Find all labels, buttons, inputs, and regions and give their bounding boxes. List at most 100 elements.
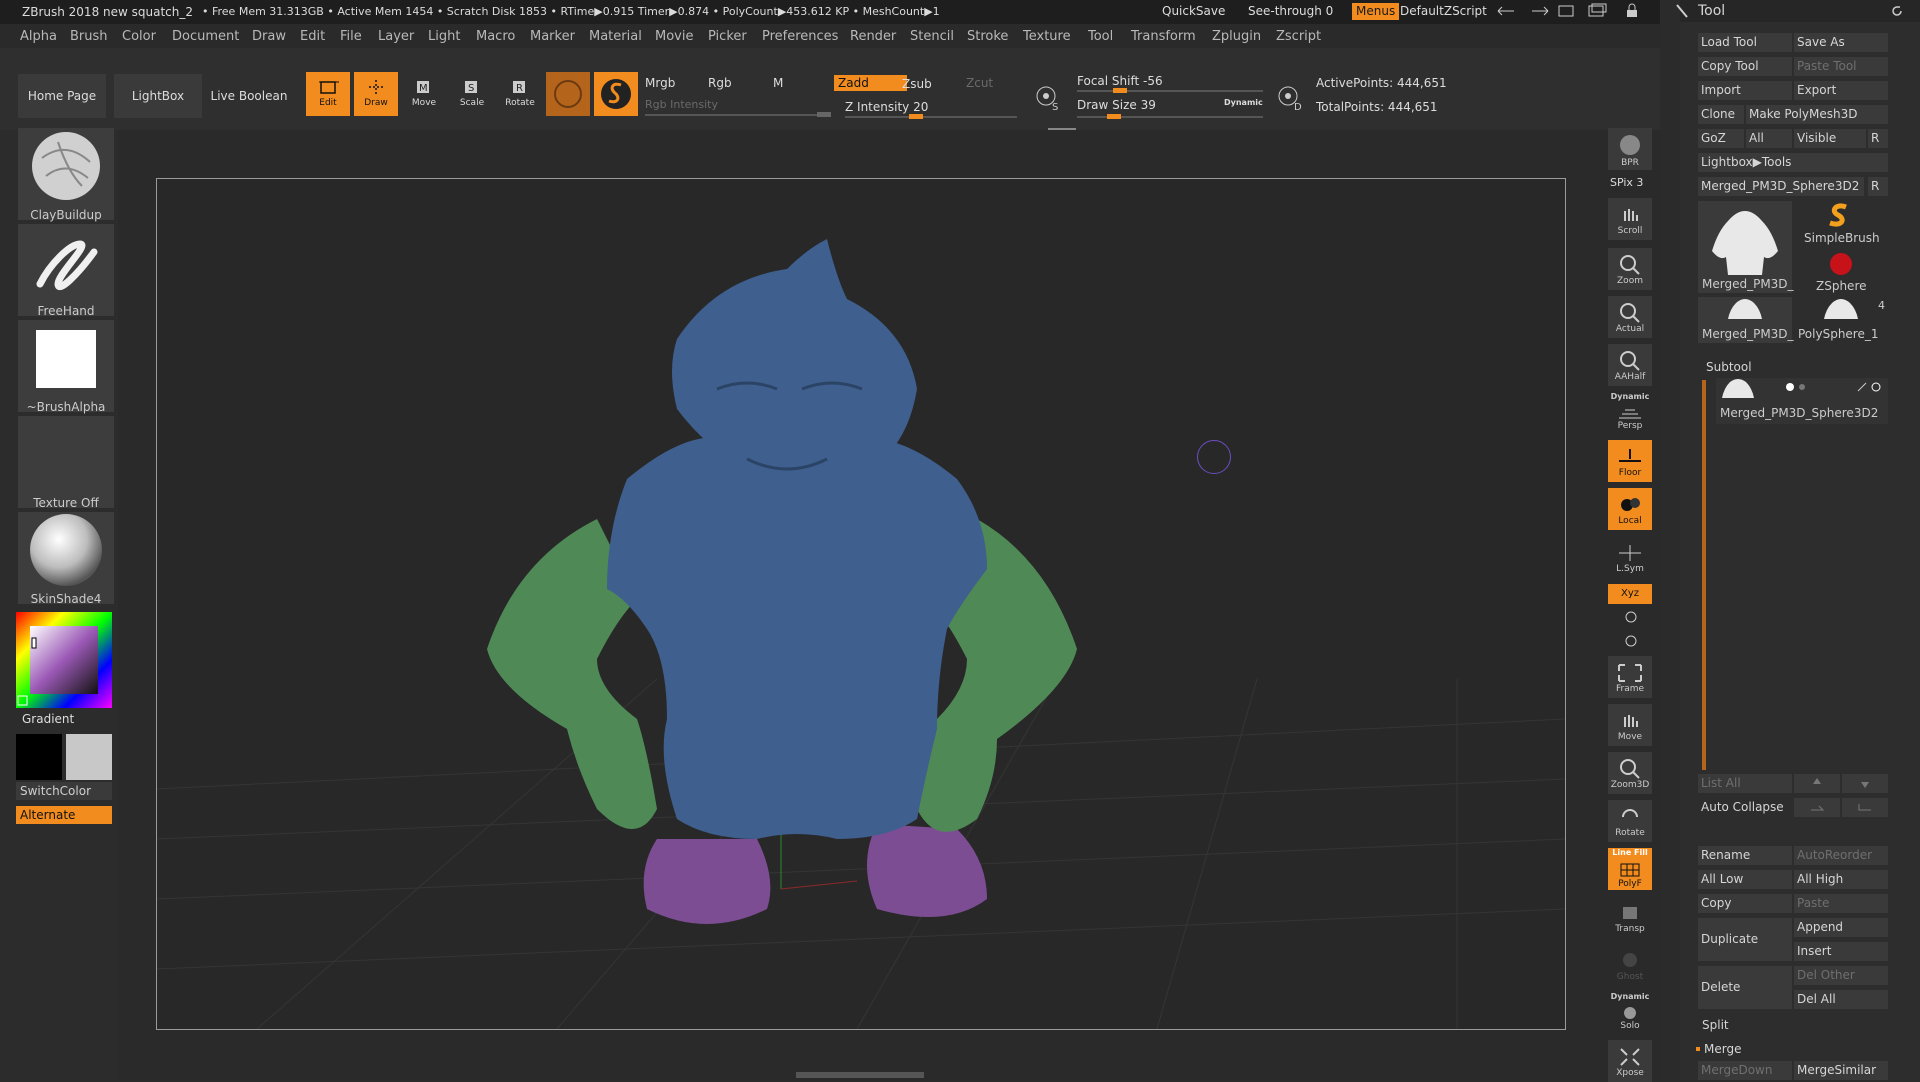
menu-draw[interactable]: Draw: [252, 29, 286, 44]
scroll-button[interactable]: Scroll: [1608, 198, 1652, 240]
scroll-left-icon[interactable]: [1496, 5, 1516, 17]
paste-tool-button[interactable]: Paste Tool: [1794, 57, 1888, 76]
current-tool-r-button[interactable]: R: [1868, 177, 1888, 196]
menu-stroke[interactable]: Stroke: [967, 29, 1008, 44]
bottom-scroll-handle[interactable]: [796, 1072, 924, 1078]
delete-button[interactable]: Delete: [1698, 966, 1792, 1009]
material-selector[interactable]: SkinShade4: [18, 512, 114, 606]
move-view-button[interactable]: Move: [1608, 704, 1652, 746]
texture-selector[interactable]: Texture Off: [18, 416, 114, 510]
menus-button[interactable]: Menus: [1352, 3, 1400, 20]
all-low-button[interactable]: All Low: [1698, 870, 1792, 889]
split-section[interactable]: Split: [1702, 1018, 1729, 1032]
default-zscript-button[interactable]: DefaultZScript: [1396, 3, 1491, 20]
refresh-icon[interactable]: [1890, 4, 1904, 18]
merge-section[interactable]: Merge: [1704, 1042, 1741, 1056]
list-all-button[interactable]: List All: [1698, 774, 1792, 793]
menu-marker[interactable]: Marker: [530, 29, 575, 44]
local-button[interactable]: Local: [1608, 488, 1652, 530]
zcut-button[interactable]: Zcut: [966, 76, 993, 90]
autoreorder-button[interactable]: AutoReorder: [1794, 846, 1888, 865]
zsub-button[interactable]: Zsub: [902, 77, 932, 91]
home-page-button[interactable]: Home Page: [18, 74, 106, 118]
switch-color-button[interactable]: SwitchColor: [16, 782, 112, 800]
polyf-button[interactable]: Line Fill PolyF: [1608, 848, 1652, 890]
copy-subtool-button[interactable]: Copy: [1698, 894, 1792, 913]
menu-color[interactable]: Color: [122, 29, 156, 44]
lsym-button[interactable]: L.Sym: [1608, 536, 1652, 578]
color-picker[interactable]: [16, 612, 112, 708]
paste-subtool-button[interactable]: Paste: [1794, 894, 1888, 913]
stroke-selector[interactable]: FreeHand: [18, 224, 114, 318]
menu-preferences[interactable]: Preferences: [762, 29, 838, 44]
actual-button[interactable]: Actual: [1608, 296, 1652, 338]
menu-texture[interactable]: Texture: [1023, 29, 1071, 44]
draw-mode-button[interactable]: Draw: [354, 72, 398, 116]
see-through-slider[interactable]: See-through 0: [1244, 3, 1337, 20]
lock-icon[interactable]: [1624, 3, 1640, 19]
clone-button[interactable]: Clone: [1698, 105, 1744, 124]
move-up-button[interactable]: [1794, 774, 1840, 793]
menu-layer[interactable]: Layer: [378, 29, 414, 44]
menu-zscript[interactable]: Zscript: [1276, 29, 1321, 44]
insert-button[interactable]: Insert: [1794, 942, 1888, 961]
edit-mode-button[interactable]: Edit: [306, 72, 350, 116]
auto-collapse-button[interactable]: Auto Collapse: [1698, 798, 1792, 817]
draw-size-slider[interactable]: Draw Size 39: [1077, 98, 1156, 112]
focal-shift-slider[interactable]: Focal Shift -56: [1077, 74, 1163, 88]
menu-macro[interactable]: Macro: [476, 29, 515, 44]
tool-thumb-zsphere[interactable]: ZSphere: [1794, 249, 1888, 295]
zoom3d-button[interactable]: Zoom3D: [1608, 752, 1652, 794]
move-mode-button[interactable]: M Move: [402, 72, 446, 116]
rotate-y-icon[interactable]: [1624, 610, 1638, 624]
menu-alpha[interactable]: Alpha: [20, 29, 57, 44]
scale-mode-button[interactable]: S Scale: [450, 72, 494, 116]
scroll-right-icon[interactable]: [1530, 5, 1550, 17]
tool-thumb-merged-2[interactable]: Merged_PM3D_: [1698, 297, 1794, 343]
subtool-header[interactable]: Subtool: [1706, 360, 1752, 374]
goz-button[interactable]: GoZ: [1698, 129, 1744, 148]
mergedown-button[interactable]: MergeDown: [1698, 1061, 1792, 1080]
subtool-item[interactable]: Merged_PM3D_Sphere3D2: [1716, 378, 1888, 424]
texture-swatch-button[interactable]: [594, 72, 638, 116]
tool-thumb-simplebrush[interactable]: SimpleBrush: [1794, 201, 1888, 247]
layout-icon[interactable]: [1556, 3, 1578, 19]
move-in-button[interactable]: [1842, 798, 1888, 817]
rename-button[interactable]: Rename: [1698, 846, 1792, 865]
menu-material[interactable]: Material: [589, 29, 642, 44]
move-down-button[interactable]: [1842, 774, 1888, 793]
live-boolean-button[interactable]: Live Boolean: [208, 74, 290, 118]
lightbox-button[interactable]: LightBox: [114, 74, 202, 118]
menu-document[interactable]: Document: [172, 29, 239, 44]
menu-brush[interactable]: Brush: [70, 29, 108, 44]
xpose-button[interactable]: Xpose: [1608, 1040, 1652, 1082]
frame-button[interactable]: Frame: [1608, 656, 1652, 698]
current-tool-slider[interactable]: Merged_PM3D_Sphere3D2: [1698, 177, 1864, 196]
material-swatch-button[interactable]: [546, 72, 590, 116]
menu-light[interactable]: Light: [428, 29, 460, 44]
load-tool-button[interactable]: Load Tool: [1698, 33, 1792, 52]
duplicate-button[interactable]: Duplicate: [1698, 918, 1792, 961]
m-button[interactable]: M: [773, 76, 783, 90]
append-button[interactable]: Append: [1794, 918, 1888, 937]
goz-visible-button[interactable]: Visible: [1794, 129, 1866, 148]
alternate-button[interactable]: Alternate: [16, 806, 112, 824]
secondary-color-swatch[interactable]: [66, 734, 112, 780]
menu-zplugin[interactable]: Zplugin: [1212, 29, 1261, 44]
menu-transform[interactable]: Transform: [1131, 29, 1196, 44]
tool-thumb-polysphere[interactable]: PolySphere_1 4: [1794, 297, 1888, 343]
move-out-button[interactable]: [1794, 798, 1840, 817]
subtool-scrollbar[interactable]: [1702, 380, 1706, 770]
del-all-button[interactable]: Del All: [1794, 990, 1888, 1009]
rotate-view-button[interactable]: Rotate: [1608, 800, 1652, 842]
all-high-button[interactable]: All High: [1794, 870, 1888, 889]
mrgb-button[interactable]: Mrgb: [645, 76, 675, 90]
brush-selector[interactable]: ClayBuildup: [18, 128, 114, 222]
menu-render[interactable]: Render: [850, 29, 896, 44]
make-polymesh-button[interactable]: Make PolyMesh3D: [1746, 105, 1888, 124]
ghost-button[interactable]: Ghost: [1608, 944, 1652, 986]
rgb-button[interactable]: Rgb: [708, 76, 732, 90]
zoom-button[interactable]: Zoom: [1608, 248, 1652, 290]
aahalf-button[interactable]: AAHalf: [1608, 344, 1652, 386]
transp-button[interactable]: Transp: [1608, 896, 1652, 938]
